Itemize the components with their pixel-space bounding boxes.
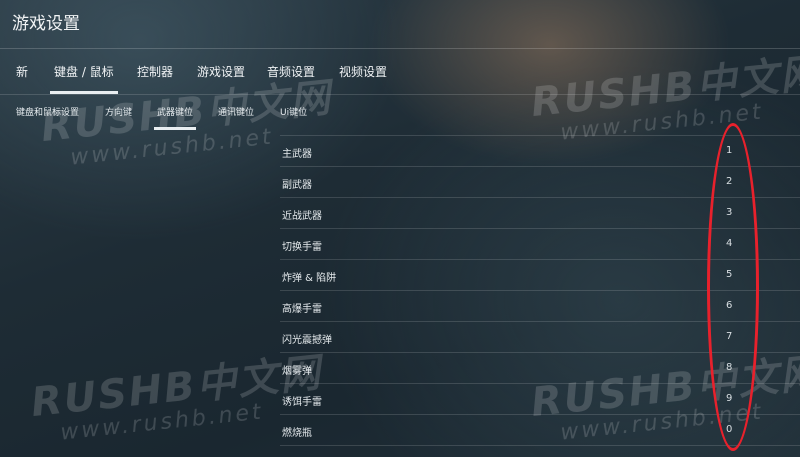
- watermark-url: www.rushb.net: [69, 124, 275, 171]
- keybind-key[interactable]: 6: [726, 300, 732, 311]
- keybind-key[interactable]: 2: [726, 176, 732, 187]
- keybind-action: 烟雾弹: [282, 366, 312, 377]
- subtab-keyboard-mouse-settings[interactable]: 键盘和鼠标设置: [16, 105, 79, 118]
- keybind-row[interactable]: 闪光震撼弹 7: [280, 322, 800, 353]
- keybind-row[interactable]: 高爆手雷 6: [280, 291, 800, 322]
- keybind-key[interactable]: 7: [726, 331, 732, 342]
- keybind-row[interactable]: 近战武器 3: [280, 198, 800, 229]
- tab-audio-settings[interactable]: 音频设置: [267, 63, 315, 80]
- subtab-movement-keys[interactable]: 方向键: [105, 105, 132, 118]
- main-tab-bar: 新 键盘 / 鼠标 控制器 游戏设置 音频设置 视频设置: [0, 48, 800, 95]
- watermark-url: www.rushb.net: [59, 399, 265, 446]
- page-title: 游戏设置: [12, 14, 80, 34]
- keybind-row[interactable]: 诱饵手雷 9: [280, 384, 800, 415]
- keybind-key[interactable]: 9: [726, 393, 732, 404]
- subtab-weapon-keys[interactable]: 武器键位: [153, 105, 197, 130]
- keybind-action: 副武器: [282, 180, 312, 191]
- keybind-action: 高爆手雷: [282, 304, 322, 315]
- keybind-row[interactable]: 副武器 2: [280, 167, 800, 198]
- keybind-row[interactable]: 炸弹 & 陷阱 5: [280, 260, 800, 291]
- tab-game-settings[interactable]: 游戏设置: [197, 63, 245, 80]
- keybind-action: 诱饵手雷: [282, 397, 322, 408]
- keybind-action: 闪光震撼弹: [282, 335, 332, 346]
- title-bar: 游戏设置: [0, 0, 800, 49]
- keybind-key[interactable]: 0: [726, 424, 732, 435]
- keybind-key[interactable]: 3: [726, 207, 732, 218]
- tab-keyboard-mouse[interactable]: 键盘 / 鼠标: [50, 63, 118, 94]
- tab-video-settings[interactable]: 视频设置: [339, 63, 387, 80]
- keybind-action: 切换手雷: [282, 242, 322, 253]
- keybind-key[interactable]: 5: [726, 269, 732, 280]
- keybind-row[interactable]: 燃烧瓶 0: [280, 415, 800, 446]
- keybind-action: 燃烧瓶: [282, 428, 312, 439]
- keybind-key[interactable]: 8: [726, 362, 732, 373]
- keybind-row[interactable]: 切换手雷 4: [280, 229, 800, 260]
- keybind-key[interactable]: 4: [726, 238, 732, 249]
- keybind-list: 主武器 1 副武器 2 近战武器 3 切换手雷 4 炸弹 & 陷阱 5 高爆手雷 6 闪光震…: [280, 135, 800, 446]
- subtab-communication-keys[interactable]: 通讯键位: [218, 105, 254, 118]
- keybind-action: 主武器: [282, 149, 312, 160]
- keybind-action: 近战武器: [282, 211, 322, 222]
- keybind-row[interactable]: 烟雾弹 8: [280, 353, 800, 384]
- keybind-action: 炸弹 & 陷阱: [282, 273, 337, 284]
- sub-tab-bar: 键盘和鼠标设置 方向键 武器键位 通讯键位 Ui键位: [0, 95, 800, 131]
- keybind-key[interactable]: 1: [726, 145, 732, 156]
- tab-controller[interactable]: 控制器: [137, 63, 173, 80]
- subtab-ui-keys[interactable]: Ui键位: [280, 105, 307, 118]
- keybind-row[interactable]: 主武器 1: [280, 135, 800, 167]
- tab-new[interactable]: 新: [16, 63, 28, 80]
